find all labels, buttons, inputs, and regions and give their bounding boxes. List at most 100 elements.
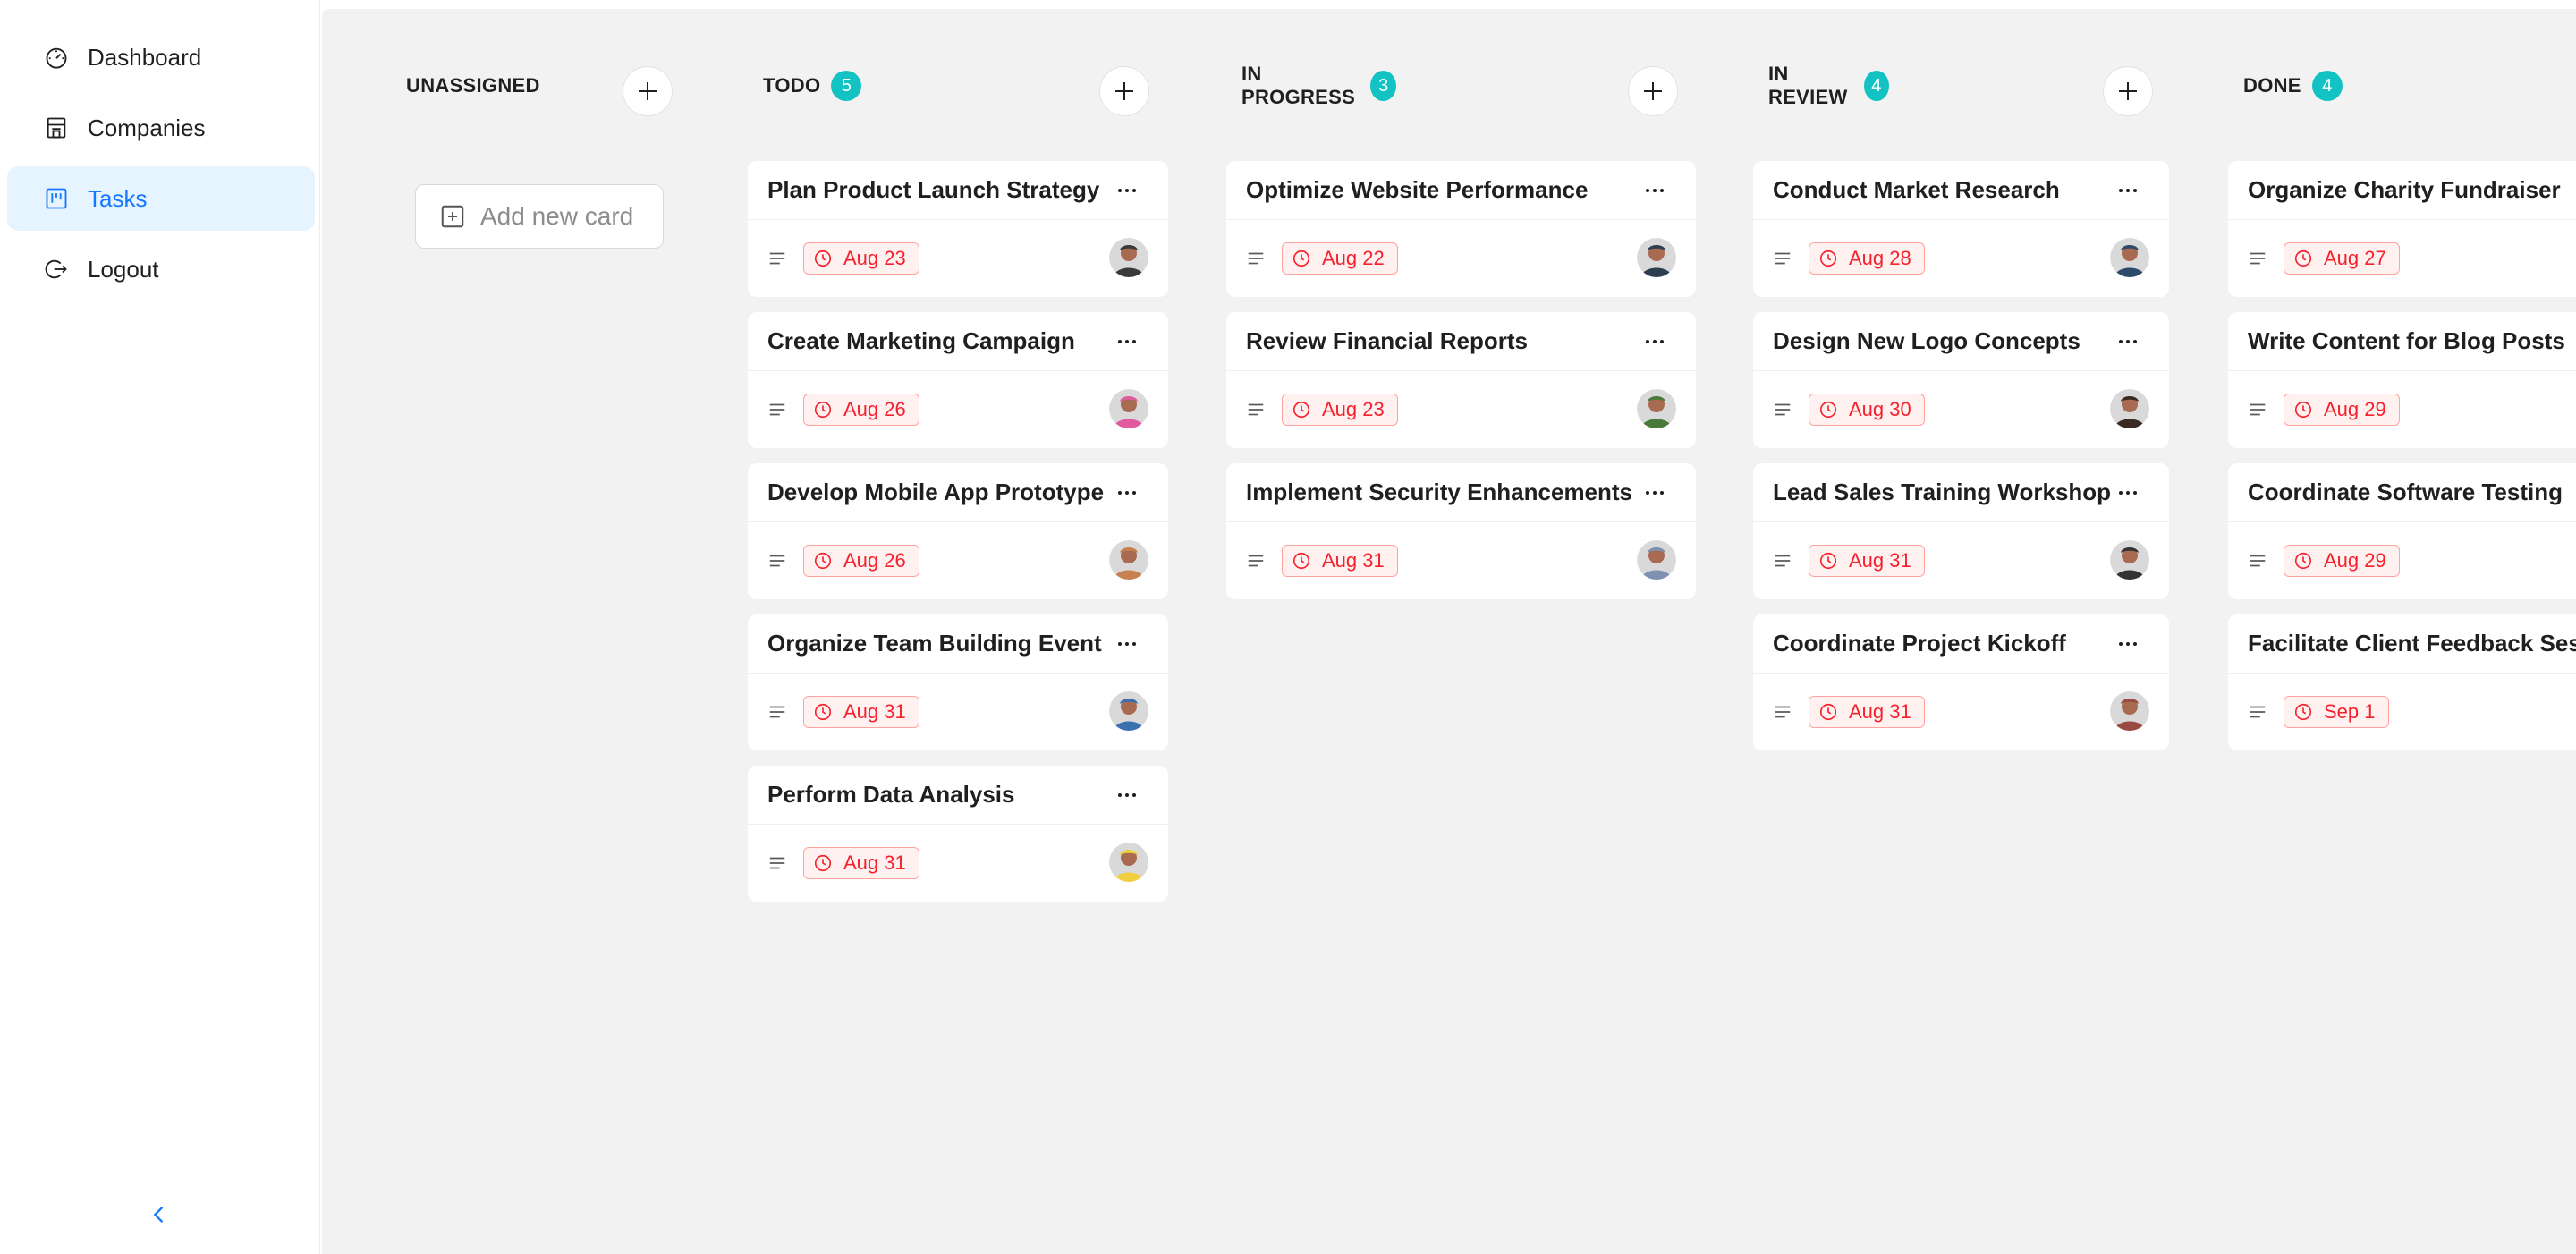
assignee-avatar[interactable] bbox=[1637, 540, 1676, 580]
card-header: Implement Security Enhancements bbox=[1226, 463, 1696, 522]
assignee-avatar[interactable] bbox=[2110, 389, 2149, 428]
assignee-avatar[interactable] bbox=[1109, 389, 1148, 428]
add-new-card-label: Add new card bbox=[480, 202, 634, 230]
card-title: Lead Sales Training Workshop bbox=[1773, 479, 2112, 505]
column-header: TODO 5 bbox=[763, 68, 862, 104]
plus-square-icon bbox=[441, 205, 464, 228]
task-card[interactable]: Review Financial Reports Aug 23 bbox=[1226, 312, 1696, 448]
card-title: Develop Mobile App Prototype bbox=[767, 479, 1105, 505]
card-more-button[interactable] bbox=[1639, 328, 1671, 355]
task-card[interactable]: Optimize Website Performance Aug 22 bbox=[1226, 161, 1696, 297]
sidebar-item-dashboard[interactable]: Dashboard bbox=[7, 25, 315, 89]
assignee-avatar[interactable] bbox=[2110, 691, 2149, 731]
due-date-text: Aug 31 bbox=[1849, 700, 1911, 723]
avatar-image bbox=[1109, 238, 1148, 277]
task-card[interactable]: Develop Mobile App Prototype Aug 26 bbox=[748, 463, 1168, 599]
task-card[interactable]: Write Content for Blog Posts Aug 29 bbox=[2228, 312, 2576, 448]
card-footer: Aug 30 bbox=[1753, 371, 2169, 448]
due-date-text: Aug 30 bbox=[1849, 398, 1911, 420]
task-card[interactable]: Lead Sales Training Workshop Aug 31 bbox=[1753, 463, 2169, 599]
sidebar-collapse-button[interactable] bbox=[143, 1199, 175, 1231]
assignee-avatar[interactable] bbox=[1109, 691, 1148, 731]
card-title: Organize Charity Fundraiser bbox=[2248, 176, 2561, 203]
assignee-avatar[interactable] bbox=[1109, 540, 1148, 580]
add-new-card-button[interactable]: Add new card bbox=[415, 184, 664, 249]
card-header: Perform Data Analysis bbox=[748, 766, 1168, 825]
card-header: Coordinate Project Kickoff bbox=[1753, 614, 2169, 674]
task-card[interactable]: Facilitate Client Feedback Session Sep 1 bbox=[2228, 614, 2576, 750]
card-more-button[interactable] bbox=[1111, 782, 1143, 809]
add-card-button[interactable] bbox=[1099, 66, 1149, 116]
assignee-avatar[interactable] bbox=[1109, 238, 1148, 277]
card-title: Design New Logo Concepts bbox=[1773, 327, 2080, 354]
sidebar-item-companies[interactable]: Companies bbox=[7, 96, 315, 160]
due-date-tag: Aug 27 bbox=[2284, 242, 2400, 275]
card-more-button[interactable] bbox=[2112, 479, 2144, 506]
due-date-tag: Sep 1 bbox=[2284, 696, 2389, 728]
due-date-tag: Aug 28 bbox=[1809, 242, 1925, 275]
add-card-button[interactable] bbox=[1628, 66, 1678, 116]
due-date-tag: Aug 23 bbox=[1282, 394, 1398, 426]
sidebar-item-tasks[interactable]: Tasks bbox=[7, 166, 315, 231]
task-card[interactable]: Coordinate Software Testing Aug 29 bbox=[2228, 463, 2576, 599]
card-more-button[interactable] bbox=[1111, 479, 1143, 506]
assignee-avatar[interactable] bbox=[1637, 389, 1676, 428]
card-footer: Aug 22 bbox=[1226, 220, 1696, 297]
sidebar-item-label: Tasks bbox=[88, 184, 148, 212]
card-header: Design New Logo Concepts bbox=[1753, 312, 2169, 371]
card-more-button[interactable] bbox=[2112, 177, 2144, 204]
add-card-button[interactable] bbox=[2103, 66, 2153, 116]
due-date-text: Sep 1 bbox=[2324, 700, 2376, 723]
task-card[interactable]: Implement Security Enhancements Aug 31 bbox=[1226, 463, 1696, 599]
task-card[interactable]: Perform Data Analysis Aug 31 bbox=[748, 766, 1168, 902]
card-more-button[interactable] bbox=[1111, 631, 1143, 657]
card-more-button[interactable] bbox=[1639, 177, 1671, 204]
card-more-button[interactable] bbox=[1111, 328, 1143, 355]
card-footer: Aug 28 bbox=[1753, 220, 2169, 297]
description-icon bbox=[1775, 403, 1791, 416]
description-icon bbox=[2250, 403, 2266, 416]
card-more-button[interactable] bbox=[2112, 631, 2144, 657]
plus-icon bbox=[2119, 82, 2137, 100]
assignee-avatar[interactable] bbox=[2110, 238, 2149, 277]
assignee-avatar[interactable] bbox=[2110, 540, 2149, 580]
card-header: Optimize Website Performance bbox=[1226, 161, 1696, 220]
due-date-text: Aug 23 bbox=[843, 247, 906, 269]
task-card[interactable]: Plan Product Launch Strategy Aug 23 bbox=[748, 161, 1168, 297]
card-more-button[interactable] bbox=[1111, 177, 1143, 204]
avatar-image bbox=[1109, 540, 1148, 580]
count-badge: 4 bbox=[2311, 71, 2343, 101]
card-footer: Aug 29 bbox=[2228, 522, 2576, 599]
task-card[interactable]: Create Marketing Campaign Aug 26 bbox=[748, 312, 1168, 448]
sidebar-item-label: Logout bbox=[88, 255, 159, 283]
card-title: Write Content for Blog Posts bbox=[2248, 327, 2565, 354]
clock-icon bbox=[814, 703, 832, 721]
column-title: IN REVIEW bbox=[1768, 63, 1848, 108]
card-more-button[interactable] bbox=[2112, 328, 2144, 355]
task-card[interactable]: Conduct Market Research Aug 28 bbox=[1753, 161, 2169, 297]
project-icon bbox=[43, 185, 70, 212]
card-footer: Aug 27 bbox=[2228, 220, 2576, 297]
column-title: IN PROGRESS bbox=[1241, 63, 1356, 108]
task-card[interactable]: Design New Logo Concepts Aug 30 bbox=[1753, 312, 2169, 448]
assignee-avatar[interactable] bbox=[1109, 843, 1148, 882]
card-footer: Sep 1 bbox=[2228, 674, 2576, 750]
task-card[interactable]: Organize Team Building Event Aug 31 bbox=[748, 614, 1168, 750]
description-icon bbox=[2250, 706, 2266, 718]
sidebar-item-logout[interactable]: Logout bbox=[7, 237, 315, 301]
task-card[interactable]: Coordinate Project Kickoff Aug 31 bbox=[1753, 614, 2169, 750]
more-icon bbox=[2119, 189, 2137, 192]
description-icon bbox=[769, 252, 785, 265]
due-date-tag: Aug 31 bbox=[1809, 696, 1925, 728]
card-footer: Aug 23 bbox=[748, 220, 1168, 297]
card-more-button[interactable] bbox=[1639, 479, 1671, 506]
clock-icon bbox=[1292, 552, 1310, 570]
add-card-button[interactable] bbox=[623, 66, 673, 116]
clock-icon bbox=[814, 250, 832, 267]
task-card[interactable]: Organize Charity Fundraiser Aug 27 bbox=[2228, 161, 2576, 297]
avatar-image bbox=[1109, 389, 1148, 428]
assignee-avatar[interactable] bbox=[1637, 238, 1676, 277]
plus-icon bbox=[1644, 82, 1662, 100]
card-title: Optimize Website Performance bbox=[1246, 176, 1589, 203]
description-icon bbox=[769, 857, 785, 869]
